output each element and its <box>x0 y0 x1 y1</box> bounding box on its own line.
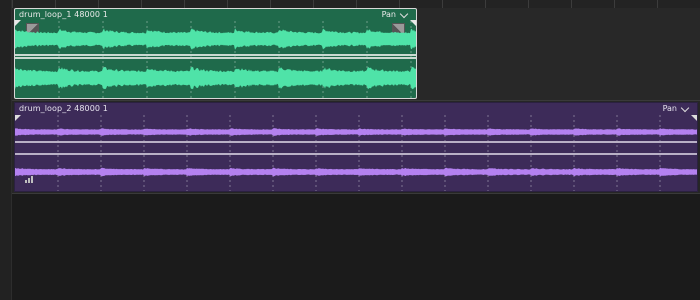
level-meter-icon <box>25 175 35 183</box>
ruler-tick <box>528 0 529 8</box>
track-header-strip <box>0 0 12 300</box>
waveform-channel <box>15 167 697 177</box>
ruler-tick <box>571 0 572 8</box>
ruler-tick <box>12 0 13 8</box>
channel-divider <box>15 57 416 59</box>
ruler-tick <box>442 0 443 8</box>
ruler-tick <box>55 0 56 8</box>
ruler-tick <box>614 0 615 8</box>
channel-divider <box>15 54 416 56</box>
channel-divider <box>15 141 697 143</box>
ruler-tick <box>227 0 228 8</box>
waveform-channel <box>15 28 416 50</box>
channel-divider <box>15 153 697 155</box>
lane-divider <box>12 193 700 194</box>
ruler-tick <box>356 0 357 8</box>
waveform <box>15 115 697 191</box>
waveform <box>15 21 416 98</box>
ruler-tick <box>184 0 185 8</box>
ruler-tick <box>313 0 314 8</box>
waveform-channel <box>15 128 697 136</box>
ruler-tick <box>399 0 400 8</box>
ruler-tick <box>141 0 142 8</box>
ruler-tick <box>98 0 99 8</box>
ruler-tick <box>270 0 271 8</box>
audio-clip-drum-loop-1[interactable]: drum_loop_1 48000 1 Pan <box>14 8 417 99</box>
ruler-tick <box>485 0 486 8</box>
ruler-tick <box>657 0 658 8</box>
waveform-channel <box>15 66 416 90</box>
audio-clip-drum-loop-2[interactable]: drum_loop_2 48000 1 Pan <box>14 102 698 192</box>
